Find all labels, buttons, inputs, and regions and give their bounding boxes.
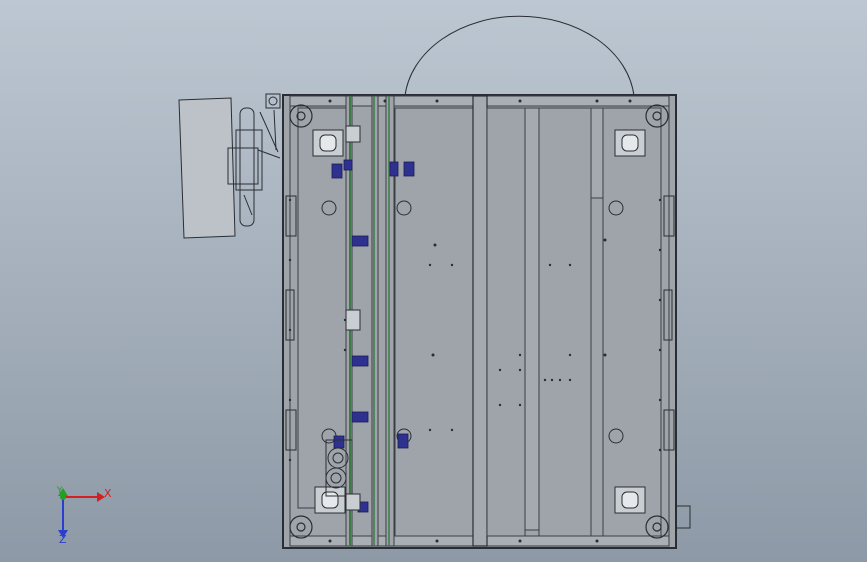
cover-plate <box>178 97 236 239</box>
vertical-bar-right <box>590 107 604 199</box>
caster-bottom-left <box>314 486 346 514</box>
panel-right <box>538 107 592 537</box>
conveyor-strip-2 <box>371 95 379 547</box>
panel-center-right <box>486 107 526 537</box>
coordinate-triad <box>58 488 105 538</box>
cad-viewport[interactable]: X Y Z <box>0 0 867 562</box>
vertical-bar <box>524 107 540 531</box>
caster-top-right <box>614 129 646 157</box>
center-divider <box>472 95 488 547</box>
swing-arc <box>404 15 635 97</box>
machine-top-view-drawing[interactable] <box>0 0 867 562</box>
caster-top-left <box>312 129 344 157</box>
triad-x-label: X <box>104 487 112 500</box>
caster-bottom-right <box>614 486 646 514</box>
side-cover-panel <box>178 93 281 239</box>
latch-handle <box>227 93 281 227</box>
main-frame <box>282 94 691 549</box>
triad-z-label: Z <box>59 533 67 546</box>
right-track-region <box>602 107 662 537</box>
triad-y-label: Y <box>57 486 63 496</box>
